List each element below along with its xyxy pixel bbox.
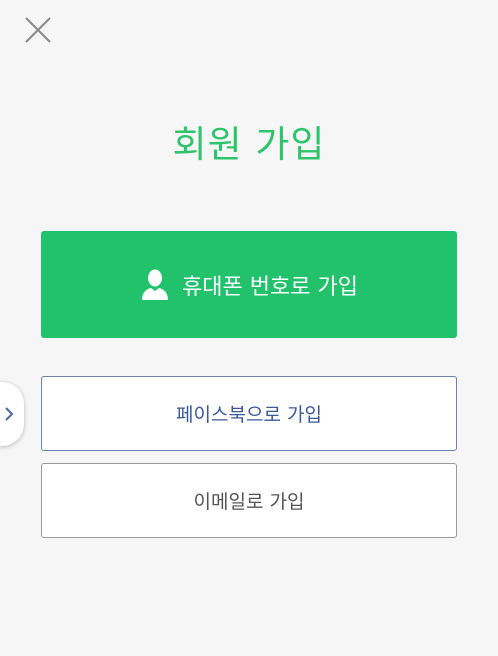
signup-facebook-button[interactable]: 페이스북으로 가입: [41, 376, 457, 451]
signup-email-label: 이메일로 가입: [193, 491, 305, 513]
signup-phone-label: 휴대폰 번호로 가입: [182, 274, 358, 300]
signup-email-button[interactable]: 이메일로 가입: [41, 463, 457, 538]
close-icon: [25, 17, 51, 43]
signup-facebook-label: 페이스북으로 가입: [176, 404, 322, 426]
person-icon: [140, 269, 170, 301]
page-title: 회원 가입: [172, 123, 326, 166]
chevron-right-icon: [5, 407, 14, 421]
close-button[interactable]: [22, 14, 54, 46]
side-panel-handle[interactable]: [0, 382, 24, 446]
signup-phone-button[interactable]: 휴대폰 번호로 가입: [41, 231, 457, 338]
